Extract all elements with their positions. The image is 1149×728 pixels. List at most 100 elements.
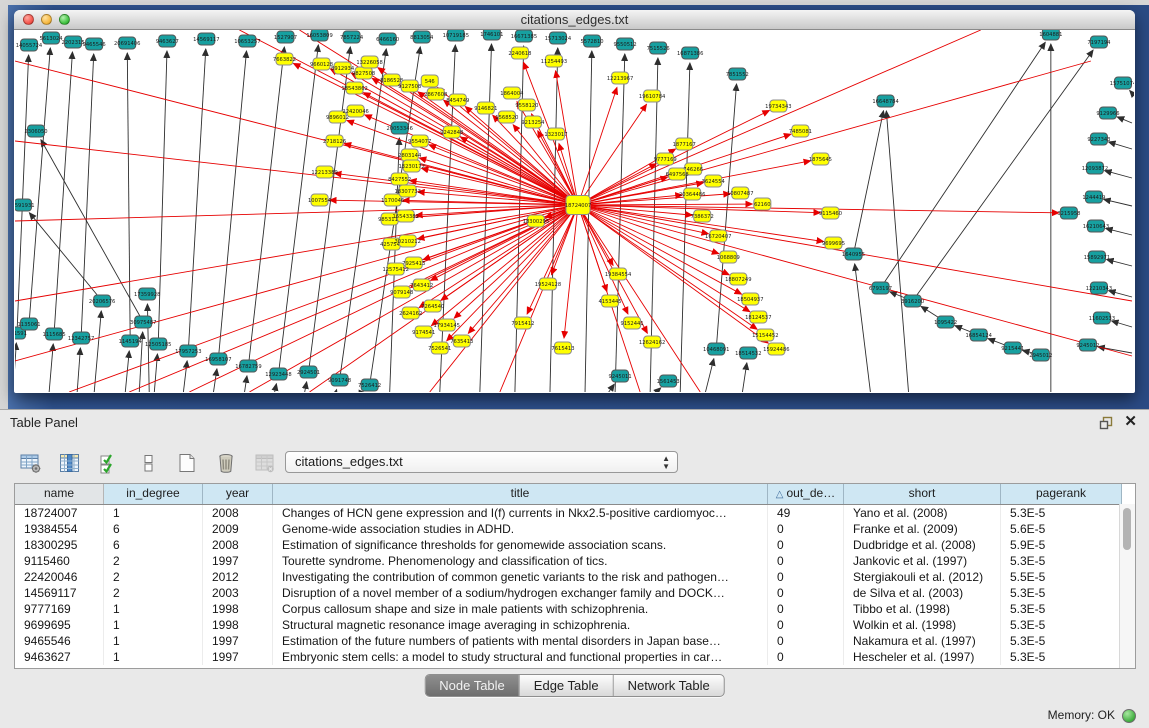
cell-name[interactable]: 18724007 (15, 505, 104, 521)
cell-year[interactable]: 1997 (203, 649, 273, 665)
graph-node[interactable]: 9827508 (352, 67, 375, 79)
graph-node[interactable]: 13226058 (356, 56, 382, 68)
graph-node[interactable]: 1527907 (274, 31, 297, 43)
graph-node[interactable]: 1068809 (717, 251, 740, 263)
graph-node[interactable]: 2202315 (62, 36, 85, 48)
graph-node[interactable]: 20364486 (679, 188, 705, 200)
cell-in-degree[interactable]: 1 (104, 617, 203, 633)
cell-title[interactable]: Genome-wide association studies in ADHD. (273, 521, 768, 537)
cell-in-degree[interactable]: 2 (104, 569, 203, 585)
cell-pagerank[interactable]: 5.3E-5 (1001, 553, 1122, 569)
cell-in-degree[interactable]: 2 (104, 553, 203, 569)
graph-node[interactable]: 9554077 (408, 135, 431, 147)
graph-node[interactable]: 9152441 (621, 317, 644, 329)
graph-node[interactable]: 16671385 (511, 30, 537, 42)
cell-in-degree[interactable]: 1 (104, 601, 203, 617)
selection-mode-icon[interactable] (96, 450, 122, 476)
cell-out-de-[interactable]: 0 (768, 521, 844, 537)
cell-out-de-[interactable]: 0 (768, 537, 844, 553)
graph-node[interactable]: 9245011 (609, 370, 632, 382)
cell-short[interactable]: Wolkin et al. (1998) (844, 617, 1001, 633)
graph-node[interactable]: 12624162 (639, 336, 665, 348)
column-visibility-icon[interactable] (57, 450, 83, 476)
cell-out-de-[interactable]: 0 (768, 633, 844, 649)
graph-node[interactable]: 2718126 (323, 135, 346, 147)
cell-short[interactable]: de Silva et al. (2003) (844, 585, 1001, 601)
column-header-short[interactable]: short (844, 484, 1001, 504)
graph-node[interactable]: 9558120 (515, 99, 538, 111)
graph-node[interactable]: 7485081 (789, 125, 812, 137)
graph-node[interactable]: 6793197 (869, 282, 892, 294)
graph-node[interactable]: 7663822 (273, 53, 296, 65)
graph-node[interactable]: 6497568 (666, 168, 689, 180)
graph-node[interactable]: 10653257 (234, 35, 260, 47)
table-row[interactable]: 1830029562008Estimation of significance … (15, 537, 1135, 553)
graph-node[interactable]: 8454749 (446, 94, 469, 106)
graph-node[interactable]: 9245012 (1076, 339, 1099, 351)
graph-node[interactable]: 19384554 (605, 268, 632, 280)
graph-node[interactable]: 10807487 (727, 187, 753, 199)
graph-node[interactable]: 11254493 (541, 55, 567, 67)
graph-node[interactable]: 9213254 (521, 116, 545, 128)
graph-node[interactable]: 9146821 (474, 102, 497, 114)
cell-name[interactable]: 9463627 (15, 649, 104, 665)
graph-node[interactable]: 12210343 (1086, 282, 1112, 294)
graph-node[interactable]: 20691406 (114, 37, 140, 49)
cell-name[interactable]: 9115460 (15, 553, 104, 569)
graph-node[interactable]: 9777169 (654, 153, 677, 165)
graph-node[interactable]: 1864004 (500, 87, 524, 99)
graph-node[interactable]: 18504937 (737, 293, 763, 305)
graph-node[interactable]: 1640955 (842, 248, 865, 260)
graph-node[interactable]: 12505185 (145, 338, 171, 350)
graph-node[interactable]: 2240618 (508, 47, 531, 59)
cell-title[interactable]: Tourette syndrome. Phenomenology and cla… (273, 553, 768, 569)
graph-node[interactable]: 7851552 (726, 68, 749, 80)
graph-node[interactable]: 9079148 (390, 286, 413, 298)
cell-pagerank[interactable]: 5.3E-5 (1001, 633, 1122, 649)
cell-title[interactable]: Disruption of a novel member of a sodium… (273, 585, 768, 601)
graph-node[interactable]: 62160 (754, 198, 771, 210)
tab-network-table[interactable]: Network Table (613, 675, 724, 696)
graph-node[interactable]: 15924486 (763, 343, 789, 355)
graph-node[interactable]: 16871386 (677, 47, 703, 59)
graph-node[interactable]: 1746101 (480, 30, 503, 40)
cell-name[interactable]: 9465546 (15, 633, 104, 649)
graph-node[interactable]: 9242848 (440, 126, 463, 138)
graph-node[interactable]: 8427552 (388, 173, 411, 185)
graph-node[interactable]: 2867608 (424, 88, 447, 100)
table-selector-dropdown[interactable]: citations_edges.txt ▲▼ (285, 451, 678, 473)
graph-node[interactable]: 7615413 (551, 342, 574, 354)
cell-out-de-[interactable]: 0 (768, 617, 844, 633)
graph-node[interactable]: 9699695 (822, 237, 845, 249)
cell-short[interactable]: Jankovic et al. (1997) (844, 553, 1001, 569)
graph-node[interactable]: 16720407 (705, 230, 731, 242)
cell-title[interactable]: Investigating the contribution of common… (273, 569, 768, 585)
window-titlebar[interactable]: citations_edges.txt (14, 10, 1135, 30)
graph-node[interactable]: 12213967 (607, 72, 633, 84)
tab-edge-table[interactable]: Edge Table (519, 675, 613, 696)
graph-node[interactable]: 9115460 (819, 207, 842, 219)
graph-node[interactable]: 15892971 (1084, 251, 1110, 263)
node-table[interactable]: namein_degreeyeartitle△out_de…shortpager… (14, 483, 1136, 669)
cell-name[interactable]: 14569117 (15, 585, 104, 601)
cell-short[interactable]: Hescheler et al. (1997) (844, 649, 1001, 665)
graph-node[interactable]: 6466160 (376, 33, 399, 45)
graph-node[interactable]: 2803144 (398, 149, 422, 161)
graph-node[interactable]: 8813054 (410, 31, 434, 43)
graph-node[interactable]: 1604881 (1039, 30, 1062, 40)
cell-year[interactable]: 2008 (203, 537, 273, 553)
cell-year[interactable]: 1997 (203, 633, 273, 649)
table-row[interactable]: 946362711997Embryonic stem cells: a mode… (15, 649, 1135, 665)
graph-node[interactable]: 7386372 (691, 210, 714, 222)
graph-node[interactable]: 30975487 (130, 316, 156, 328)
graph-node[interactable]: 5572810 (580, 35, 603, 47)
scrollbar-thumb[interactable] (1123, 508, 1131, 550)
graph-node[interactable]: 7643412 (410, 279, 433, 291)
table-row[interactable]: 1938455462009Genome-wide association stu… (15, 521, 1135, 537)
graph-node[interactable]: 1323017 (544, 128, 567, 140)
graph-node[interactable]: 15154452 (752, 329, 778, 341)
cell-short[interactable]: Tibbo et al. (1998) (844, 601, 1001, 617)
graph-node[interactable]: 2924501 (297, 366, 320, 378)
graph-node[interactable]: 15713024 (545, 32, 572, 44)
graph-node[interactable]: 20206576 (89, 295, 115, 307)
